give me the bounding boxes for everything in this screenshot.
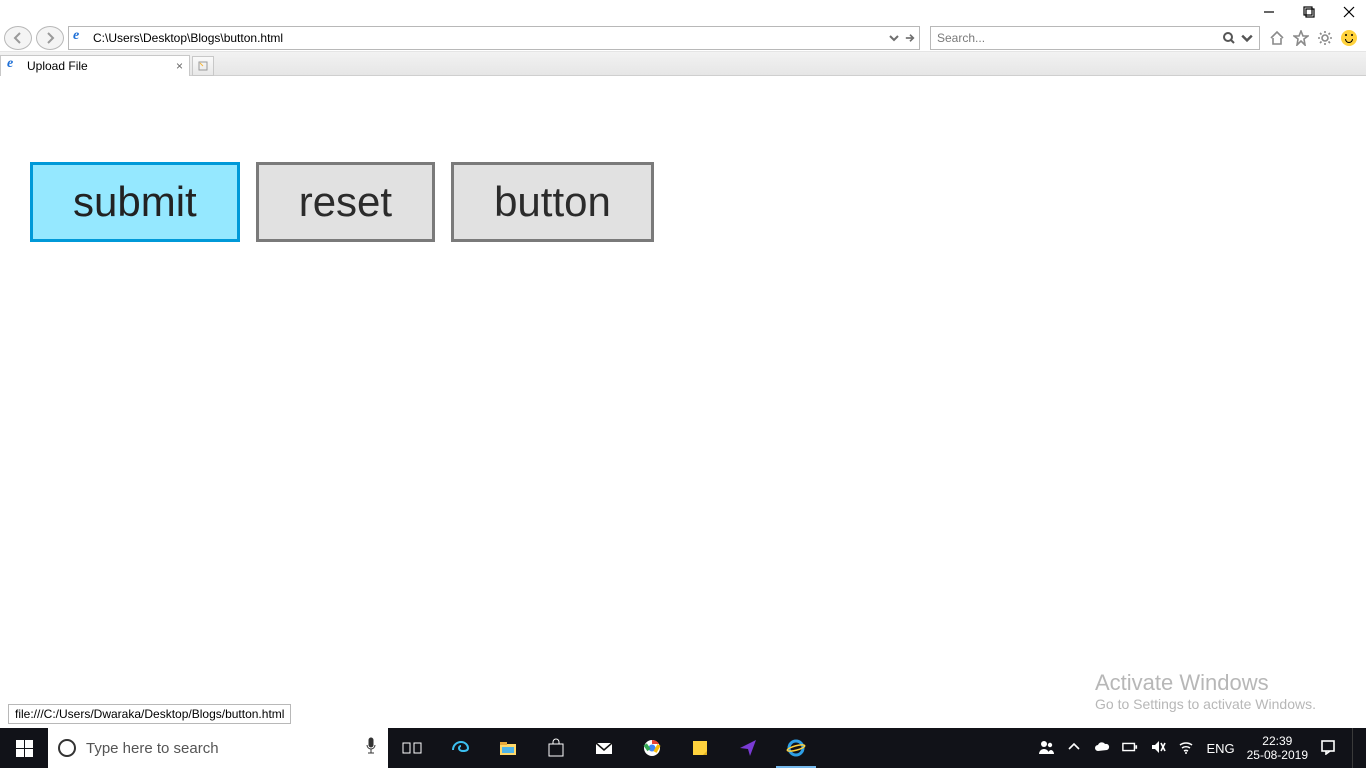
address-bar-controls (889, 33, 915, 43)
tray-language[interactable]: ENG (1206, 741, 1234, 756)
taskbar-pinned-apps (388, 728, 820, 768)
taskbar-spacer (820, 728, 1030, 768)
search-placeholder: Search... (937, 31, 1217, 45)
dropdown-icon[interactable] (889, 33, 899, 43)
forward-button[interactable] (36, 26, 64, 50)
tray-clock[interactable]: 22:39 25-08-2019 (1247, 734, 1308, 763)
tab-title: Upload File (27, 59, 88, 73)
taskbar-search-box[interactable]: Type here to search (48, 728, 388, 768)
page-viewport: submit reset button (0, 76, 1366, 728)
status-bar-url: file:///C:/Users/Dwaraka/Desktop/Blogs/b… (8, 704, 291, 724)
page-content: submit reset button (0, 76, 1366, 242)
search-dropdown-icon[interactable] (1241, 32, 1253, 44)
back-button[interactable] (4, 26, 32, 50)
browser-tab[interactable]: Upload File × (0, 55, 190, 77)
tray-time: 22:39 (1247, 734, 1308, 748)
taskbar-app-edge[interactable] (436, 728, 484, 768)
window-maximize-button[interactable] (1298, 1, 1320, 23)
submit-button[interactable]: submit (30, 162, 240, 242)
tray-battery-icon[interactable] (1122, 739, 1138, 758)
tray-volume-icon[interactable] (1150, 739, 1166, 758)
tray-onedrive-icon[interactable] (1094, 739, 1110, 758)
show-desktop-button[interactable] (1352, 728, 1358, 768)
address-bar[interactable]: C:\Users\Desktop\Blogs\button.html (68, 26, 920, 50)
window-titlebar (0, 0, 1366, 24)
favorites-icon[interactable] (1292, 29, 1310, 47)
tray-date: 25-08-2019 (1247, 748, 1308, 762)
start-button[interactable] (0, 728, 48, 768)
windows-taskbar: Type here to search (0, 728, 1366, 768)
tray-wifi-icon[interactable] (1178, 739, 1194, 758)
feedback-smiley-icon[interactable] (1340, 29, 1358, 47)
taskbar-app-send[interactable] (724, 728, 772, 768)
tray-people-icon[interactable] (1038, 739, 1054, 758)
taskbar-app-file-explorer[interactable] (484, 728, 532, 768)
microphone-icon[interactable] (364, 737, 378, 759)
taskbar-app-internet-explorer[interactable] (772, 728, 820, 768)
system-tray: ENG 22:39 25-08-2019 (1030, 728, 1366, 768)
new-tab-button[interactable] (192, 56, 214, 76)
go-icon[interactable] (905, 33, 915, 43)
browser-search-box[interactable]: Search... (930, 26, 1260, 50)
browser-toolbar: C:\Users\Desktop\Blogs\button.html Searc… (0, 24, 1366, 52)
page-favicon-icon (73, 31, 87, 45)
home-icon[interactable] (1268, 29, 1286, 47)
generic-button[interactable]: button (451, 162, 654, 242)
window-minimize-button[interactable] (1258, 1, 1280, 23)
window-close-button[interactable] (1338, 1, 1360, 23)
browser-tab-strip: Upload File × (0, 52, 1366, 76)
tab-close-icon[interactable]: × (176, 60, 183, 72)
tools-gear-icon[interactable] (1316, 29, 1334, 47)
task-view-icon[interactable] (388, 728, 436, 768)
taskbar-app-stickynotes[interactable] (676, 728, 724, 768)
address-bar-url: C:\Users\Desktop\Blogs\button.html (93, 31, 883, 45)
search-icon[interactable] (1223, 32, 1235, 44)
taskbar-search-placeholder: Type here to search (86, 740, 219, 757)
taskbar-app-mail[interactable] (580, 728, 628, 768)
windows-logo-icon (16, 740, 33, 757)
browser-right-icons (1264, 29, 1362, 47)
taskbar-app-chrome[interactable] (628, 728, 676, 768)
taskbar-app-store[interactable] (532, 728, 580, 768)
reset-button[interactable]: reset (256, 162, 435, 242)
tab-favicon-icon (7, 59, 21, 73)
tray-chevron-up-icon[interactable] (1066, 739, 1082, 758)
tray-notifications-icon[interactable] (1320, 739, 1336, 758)
cortana-icon (58, 739, 76, 757)
